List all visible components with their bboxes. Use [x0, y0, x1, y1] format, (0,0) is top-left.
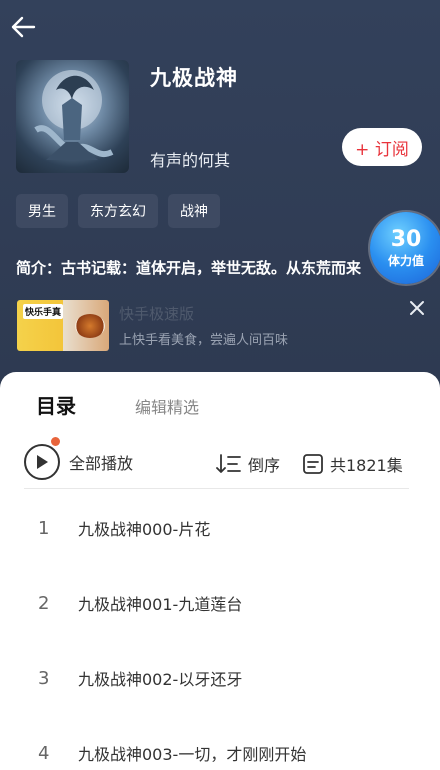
play-all-label: 全部播放: [69, 454, 134, 473]
episode-number: 1: [38, 517, 50, 539]
energy-value: 30: [390, 226, 422, 252]
tag-item[interactable]: 战神: [168, 194, 220, 228]
episode-title: 九极战神003-一切，才刚刚开始: [78, 745, 307, 764]
author-name[interactable]: 有声的何其: [150, 147, 230, 171]
tag-item[interactable]: 东方玄幻: [78, 194, 158, 228]
list-item[interactable]: 1 九极战神000-片花: [0, 508, 440, 548]
episode-number: 2: [38, 592, 50, 614]
book-intro[interactable]: 简介：古书记载：道体开启，举世无敌。从东荒而来: [16, 257, 376, 278]
list-item[interactable]: 4 九极战神003-一切，才刚刚开始: [0, 733, 440, 770]
arrow-left-icon: [11, 16, 36, 38]
ad-banner[interactable]: 快乐手真 快手极速版 上快手看美食，尝遍人间百味: [0, 293, 440, 363]
book-header: 九极战神 有声的何其 + 订阅 男生 东方玄幻 战神 简介：古书记载：道体开启，…: [0, 0, 440, 390]
episode-count-button[interactable]: 共1821集: [302, 452, 403, 476]
play-all-button[interactable]: 全部播放: [24, 444, 133, 480]
ad-thumb-text: 快乐手真: [23, 304, 64, 319]
ad-close-button[interactable]: [406, 297, 428, 319]
tag-list: 男生 东方玄幻 战神: [16, 194, 220, 228]
divider: [24, 488, 409, 489]
episode-title: 九极战神000-片花: [78, 520, 211, 539]
back-button[interactable]: [8, 12, 38, 42]
episode-panel: 目录 编辑精选 全部播放 倒序 共1821集 1 九极战神000-片花 2 九极…: [0, 372, 440, 770]
energy-badge[interactable]: 30 体力值: [370, 212, 440, 284]
energy-label: 体力值: [387, 253, 424, 268]
episode-title: 九极战神001-九道莲台: [78, 595, 243, 614]
subscribe-button[interactable]: + 订阅: [342, 128, 422, 166]
episode-title: 九极战神002-以牙还牙: [78, 670, 243, 689]
book-title: 九极战神: [150, 66, 238, 90]
episode-number: 4: [38, 742, 50, 764]
play-icon: [24, 444, 60, 480]
food-bowl-icon: [75, 314, 105, 338]
tag-item[interactable]: 男生: [16, 194, 68, 228]
list-item[interactable]: 3 九极战神002-以牙还牙: [0, 658, 440, 698]
sort-button[interactable]: 倒序: [216, 452, 280, 476]
tab-bar: 目录 编辑精选: [0, 388, 440, 446]
book-cover-image: [16, 60, 129, 173]
close-icon: [410, 301, 424, 315]
sort-label: 倒序: [248, 456, 281, 475]
list-item[interactable]: 2 九极战神001-九道莲台: [0, 583, 440, 623]
tab-editor-picks[interactable]: 编辑精选: [135, 394, 199, 418]
ad-description: 上快手看美食，尝遍人间百味: [119, 333, 289, 348]
tab-catalog[interactable]: 目录: [36, 390, 76, 419]
ad-thumbnail: 快乐手真: [17, 300, 109, 351]
list-icon: [303, 454, 323, 474]
ad-title: 快手极速版: [119, 305, 195, 323]
episode-toolbar: 全部播放 倒序 共1821集: [0, 442, 440, 484]
episode-number: 3: [38, 667, 50, 689]
sort-icon: [216, 454, 241, 473]
episode-count-label: 共1821集: [330, 456, 403, 475]
